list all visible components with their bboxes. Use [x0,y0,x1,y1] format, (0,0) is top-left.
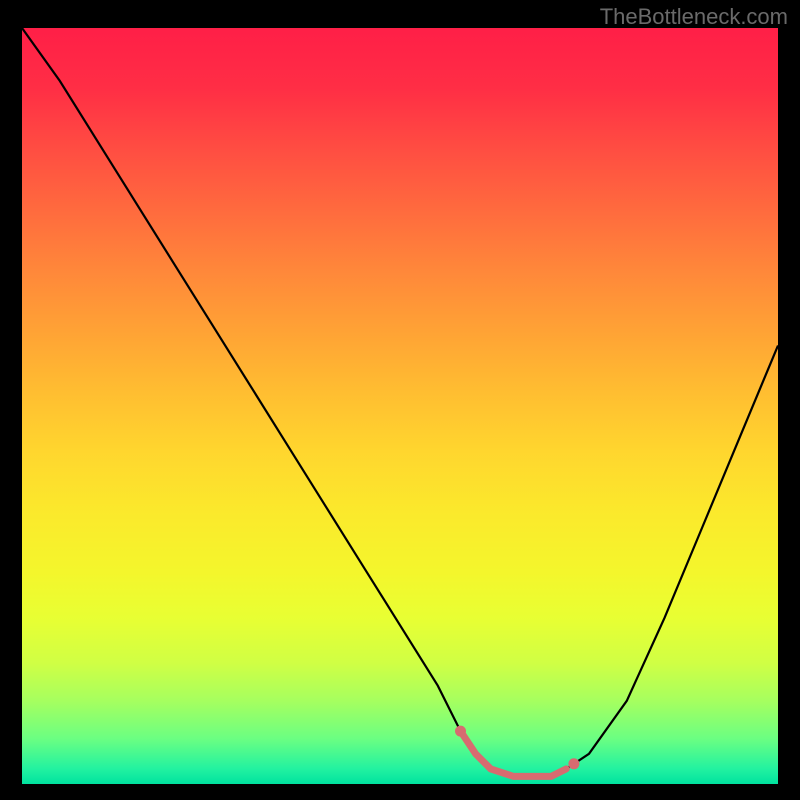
curve-group [22,28,778,776]
bottleneck-curve-line [22,28,778,776]
plot-area [22,28,778,784]
optimal-range-highlight [461,731,567,776]
marker-end [568,758,579,769]
watermark-text: TheBottleneck.com [600,4,788,30]
marker-start [455,726,466,737]
chart-svg [22,28,778,784]
